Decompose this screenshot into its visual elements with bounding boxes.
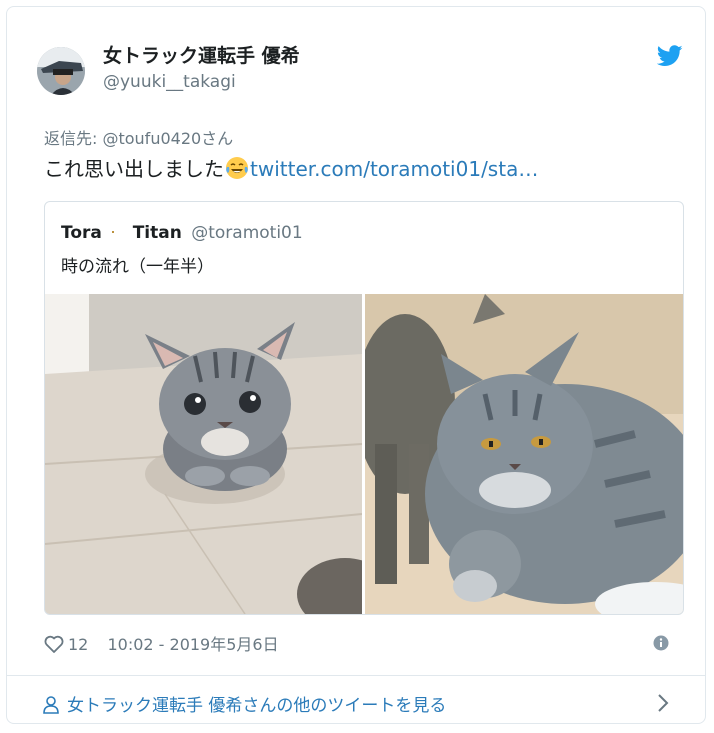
quoted-photos	[45, 294, 683, 614]
tweet-timestamp[interactable]: 10:02 - 2019年5月6日	[107, 635, 278, 654]
person-icon	[43, 696, 59, 714]
author-handle[interactable]: @yuuki__takagi	[103, 72, 236, 92]
quoted-handle: @toramoti01	[191, 223, 303, 243]
quoted-tweet[interactable]: Tora Titan @toramoti01 時の流れ（一年半）	[44, 201, 684, 615]
quoted-name-part2: Titan	[132, 223, 182, 243]
quoted-text: 時の流れ（一年半）	[61, 257, 214, 277]
avatar[interactable]	[37, 47, 85, 95]
quoted-header: Tora Titan @toramoti01	[61, 220, 303, 243]
tears-of-joy-emoji-icon	[226, 157, 248, 179]
reply-to-line[interactable]: 返信先: @toufu0420さん	[44, 125, 233, 149]
chevron-right-icon[interactable]	[657, 693, 669, 713]
twitter-bird-icon[interactable]	[657, 45, 683, 67]
moon-emoji-icon	[110, 222, 120, 240]
divider	[7, 675, 705, 676]
more-tweets-label[interactable]: 女トラック運転手 優希さんの他のツイートを見る	[67, 696, 446, 716]
tweet-text-body: これ思い出しました	[44, 157, 224, 181]
adult-cat-photo[interactable]	[365, 294, 683, 614]
kitten-photo[interactable]	[45, 294, 362, 614]
heart-icon[interactable]	[44, 635, 64, 653]
tweet-header: 女トラック運転手 優希 @yuuki__takagi	[37, 41, 687, 101]
tweet-text: これ思い出しました twitter.com/toramoti01/sta…	[44, 153, 538, 182]
embedded-tweet-card: 女トラック運転手 優希 @yuuki__takagi 返信先: @toufu04…	[6, 6, 706, 724]
author-display-name[interactable]: 女トラック運転手 優希	[103, 41, 300, 68]
more-tweets-link[interactable]: 女トラック運転手 優希さんの他のツイートを見る	[43, 691, 446, 716]
tweet-footer: 12 10:02 - 2019年5月6日	[44, 631, 279, 655]
quoted-name-part1: Tora	[61, 223, 102, 243]
like-count[interactable]: 12	[68, 635, 88, 654]
info-icon[interactable]	[653, 635, 669, 651]
tweet-link[interactable]: twitter.com/toramoti01/sta…	[250, 157, 538, 181]
